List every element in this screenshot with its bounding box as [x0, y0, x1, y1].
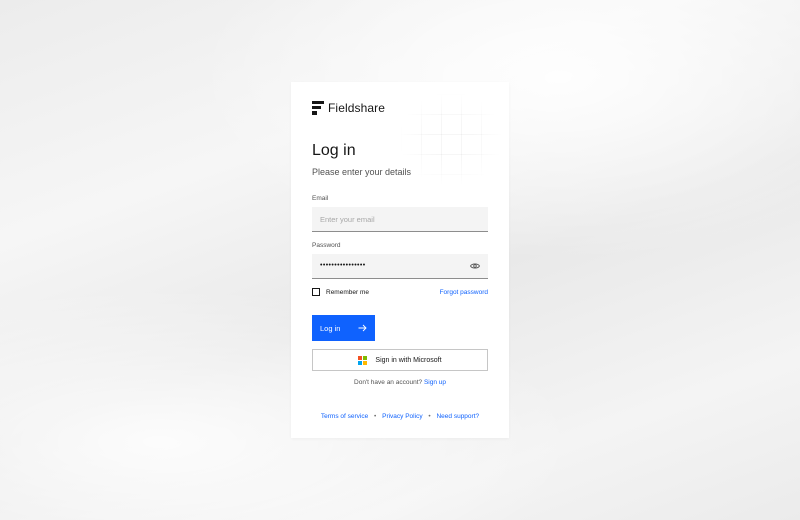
microsoft-logo-icon	[358, 355, 368, 365]
grid-decoration	[401, 94, 501, 184]
microsoft-signin-label: Sign in with Microsoft	[375, 356, 442, 364]
signup-link[interactable]: Sign up	[424, 379, 446, 386]
signup-prompt: Don't have an account?	[354, 379, 423, 386]
password-label: Password	[312, 242, 341, 249]
support-link[interactable]: Need support?	[436, 413, 479, 420]
remember-me-row[interactable]: Remember me	[312, 288, 369, 296]
remember-me-checkbox[interactable]	[312, 288, 320, 296]
arrow-right-icon	[358, 324, 367, 332]
password-value: ••••••••••••••••	[320, 262, 366, 269]
footer-separator: •	[374, 413, 377, 420]
email-label: Email	[312, 195, 329, 202]
login-button-label: Log in	[320, 323, 341, 333]
footer-separator: •	[428, 413, 431, 420]
footer-links: Terms of service • Privacy Policy • Need…	[291, 413, 509, 420]
remember-me-label[interactable]: Remember me	[326, 289, 369, 296]
brand-logo: Fieldshare	[312, 101, 385, 115]
privacy-link[interactable]: Privacy Policy	[382, 413, 422, 420]
signup-row: Don't have an account? Sign up	[291, 379, 509, 386]
fieldshare-logo-icon	[312, 101, 324, 115]
forgot-password-link[interactable]: Forgot password	[440, 289, 488, 296]
terms-link[interactable]: Terms of service	[321, 413, 368, 420]
login-card: Fieldshare Log in Please enter your deta…	[291, 82, 509, 438]
eye-icon[interactable]	[470, 262, 480, 270]
brand-name: Fieldshare	[328, 101, 386, 115]
microsoft-signin-button[interactable]: Sign in with Microsoft	[312, 349, 488, 371]
email-field[interactable]	[312, 207, 488, 232]
login-button[interactable]: Log in	[312, 315, 375, 341]
page-subtitle: Please enter your details	[312, 167, 412, 177]
page-title: Log in	[312, 142, 356, 159]
